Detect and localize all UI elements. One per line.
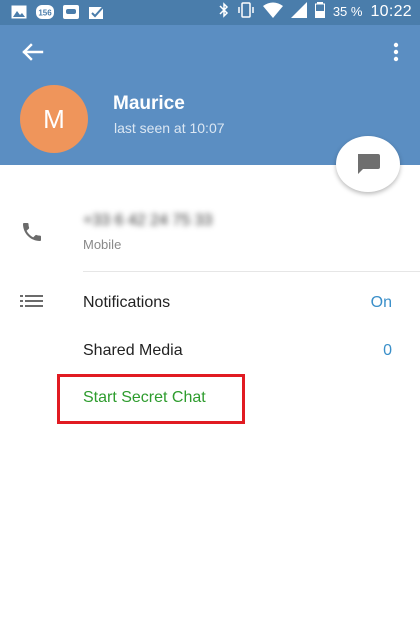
bluetooth-icon (219, 2, 229, 21)
highlight-annotation (57, 374, 245, 424)
phone-icon (20, 220, 44, 249)
system-icons: 35 % 10:22 (219, 2, 412, 21)
phone-type-label: Mobile (83, 237, 122, 252)
vibrate-icon (237, 2, 255, 21)
back-button[interactable] (18, 39, 48, 65)
notification-icons: 156 (10, 4, 106, 20)
list-icon (20, 292, 44, 317)
avatar[interactable]: M (20, 85, 88, 153)
notifications-label[interactable]: Notifications (83, 294, 170, 312)
status-bar: 156 35 % 10:22 (0, 0, 420, 25)
task-check-icon (88, 4, 106, 20)
battery-icon (314, 2, 325, 21)
image-icon (10, 4, 28, 20)
phone-number[interactable]: +33 6 42 24 75 33 (83, 212, 212, 230)
chat-bubble-icon (358, 154, 380, 174)
more-vert-icon (393, 42, 399, 62)
signal-icon (290, 2, 307, 21)
badge-156-icon: 156 (36, 4, 54, 20)
wifi-icon (262, 2, 283, 21)
send-message-button[interactable] (336, 136, 400, 192)
badge-count: 156 (38, 9, 52, 18)
battery-percent: 35 % (332, 4, 363, 19)
notifications-value[interactable]: On (371, 294, 392, 312)
clock: 10:22 (370, 2, 412, 20)
shared-media-count[interactable]: 0 (383, 342, 392, 360)
shared-media-label[interactable]: Shared Media (83, 342, 183, 360)
divider (83, 271, 420, 272)
more-options-button[interactable] (390, 39, 402, 65)
arrow-back-icon (22, 43, 44, 61)
contact-name: Maurice (113, 93, 185, 114)
shield-icon (62, 4, 80, 20)
last-seen-status: last seen at 10:07 (114, 120, 225, 136)
